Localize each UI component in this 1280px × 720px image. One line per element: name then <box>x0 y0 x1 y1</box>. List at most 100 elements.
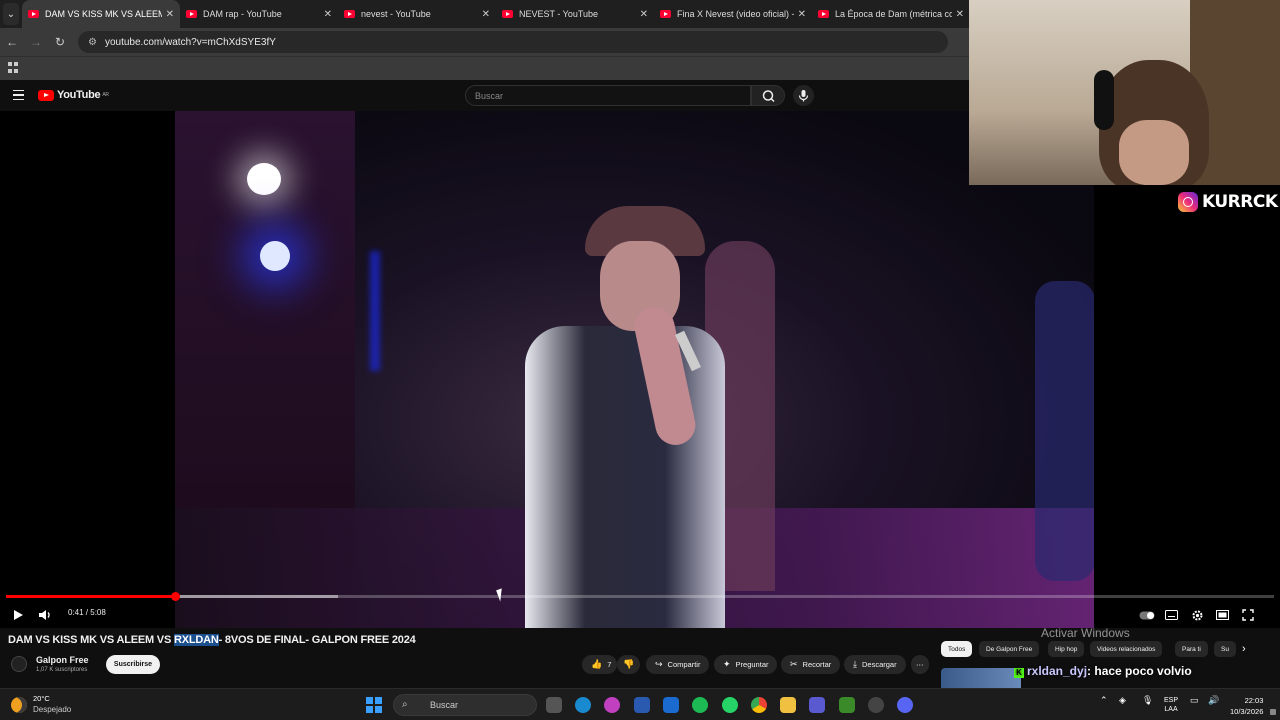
channel-name[interactable]: Galpon Free <box>36 655 89 665</box>
youtube-favicon-icon <box>502 10 513 18</box>
teams-icon[interactable] <box>809 697 825 713</box>
tab-title: NEVEST - YouTube <box>519 9 599 19</box>
address-url: youtube.com/watch?v=mChXdSYE3fY <box>104 36 276 48</box>
tray-app-icon[interactable]: ◈ <box>1119 696 1126 705</box>
keyboard-layout: LAA <box>1164 706 1178 713</box>
whatsapp-icon[interactable] <box>722 697 738 713</box>
ask-button[interactable]: ✦ Preguntar <box>714 655 778 674</box>
youtube-logo[interactable]: YouTube AR <box>38 89 109 101</box>
chips-next-icon[interactable]: › <box>1242 643 1246 655</box>
site-info-icon[interactable]: ⚙ <box>88 37 97 48</box>
close-tab-icon[interactable]: ✕ <box>166 9 174 20</box>
discord-icon[interactable] <box>897 697 913 713</box>
tab-title: La Época de Dam (métrica con <box>835 9 952 19</box>
progress-bar[interactable] <box>6 592 1274 601</box>
filter-chip[interactable]: Hip hop <box>1048 641 1085 657</box>
filter-chip[interactable]: De Galpon Free <box>979 641 1040 657</box>
youtube-favicon-icon <box>186 10 197 18</box>
tab-search-button[interactable]: ⌄ <box>3 3 19 25</box>
close-tab-icon[interactable]: ✕ <box>956 9 964 20</box>
channel-avatar[interactable] <box>11 656 27 672</box>
taskbar-search[interactable]: ⌕ Buscar <box>393 694 537 716</box>
clock[interactable]: 22:03 10/3/2026 <box>1230 695 1263 717</box>
subtitles-button[interactable] <box>1164 607 1178 623</box>
share-button[interactable]: ↪ Compartir <box>646 655 710 674</box>
microphone-tray-icon[interactable]: 🎙 <box>1142 696 1153 705</box>
close-tab-icon[interactable]: ✕ <box>798 9 806 20</box>
volume-tray-icon[interactable]: 🔊 <box>1208 696 1219 705</box>
activate-windows-watermark: Activar Windows <box>1041 626 1130 640</box>
play-button[interactable] <box>11 607 25 623</box>
clock-date: 10/3/2026 <box>1230 707 1264 716</box>
chat-user: rxldan_dyj <box>1027 664 1088 678</box>
sidebar-thumbnail[interactable] <box>941 668 1021 688</box>
back-icon[interactable]: ← <box>0 35 24 49</box>
reload-icon[interactable]: ↻ <box>48 35 72 49</box>
clip-button[interactable]: ✂ Recortar <box>781 655 841 674</box>
network-icon[interactable]: ▭ <box>1190 696 1199 705</box>
browser-tab[interactable]: DAM rap - YouTube ✕ <box>180 0 338 28</box>
start-button[interactable] <box>366 697 382 713</box>
task-view-icon[interactable] <box>546 697 562 713</box>
youtube-header: YouTube AR Buscar <box>0 80 970 111</box>
browser-tab[interactable]: La Época de Dam (métrica con ✕ <box>812 0 970 28</box>
tab-title: DAM rap - YouTube <box>203 9 282 19</box>
language-indicator[interactable]: ESP LAA <box>1164 696 1178 714</box>
close-tab-icon[interactable]: ✕ <box>482 9 490 20</box>
dislike-button[interactable]: 👎 <box>617 655 641 674</box>
theater-mode-button[interactable] <box>1215 607 1229 623</box>
fullscreen-button[interactable] <box>1241 607 1255 623</box>
store-icon[interactable] <box>634 697 650 713</box>
streamer-face <box>1119 120 1189 185</box>
settings-button[interactable] <box>1190 607 1205 623</box>
youtube-favicon-icon <box>660 10 671 18</box>
video-frame[interactable] <box>175 111 1094 628</box>
chrome-icon[interactable] <box>751 697 767 713</box>
tray-overflow-icon[interactable]: ⌃ <box>1100 696 1108 705</box>
filter-chip[interactable]: Todos <box>941 641 973 657</box>
video-player[interactable]: 0:41 / 5:08 <box>0 111 1280 628</box>
more-actions-button[interactable]: ⋯ <box>911 655 929 674</box>
weather-icon[interactable] <box>11 697 27 713</box>
forward-icon[interactable]: → <box>24 35 48 49</box>
browser-tab[interactable]: nevest - YouTube ✕ <box>338 0 496 28</box>
close-tab-icon[interactable]: ✕ <box>324 9 332 20</box>
notification-icon[interactable] <box>1270 709 1276 715</box>
address-bar[interactable]: ⚙ youtube.com/watch?v=mChXdSYE3fY <box>78 31 948 53</box>
edge-icon[interactable] <box>575 697 591 713</box>
minecraft-icon[interactable] <box>839 697 855 713</box>
mute-button[interactable] <box>37 607 53 623</box>
clock-time: 22:03 <box>1244 696 1264 705</box>
filter-chip[interactable]: Para ti <box>1175 641 1208 657</box>
chat-text: : hace poco volvio <box>1087 664 1192 678</box>
download-button[interactable]: ⤓ Descargar <box>844 655 906 674</box>
share-icon: ↪ <box>655 659 663 669</box>
filter-chip[interactable]: Su <box>1214 641 1236 657</box>
autoplay-toggle[interactable] <box>1138 607 1155 623</box>
close-tab-icon[interactable]: ✕ <box>640 9 648 20</box>
file-explorer-icon[interactable] <box>780 697 796 713</box>
country-code: AR <box>102 92 109 98</box>
outlook-icon[interactable] <box>663 697 679 713</box>
menu-icon[interactable] <box>13 90 24 100</box>
subscribe-button[interactable]: Suscribirse <box>106 655 160 674</box>
video-title-highlight: RXLDAN <box>173 634 219 646</box>
play-icon <box>14 610 23 620</box>
browser-tab[interactable]: NEVEST - YouTube ✕ <box>496 0 654 28</box>
search-button[interactable] <box>751 85 785 106</box>
browser-tab[interactable]: Fina X Nevest (video oficial) - Y ✕ <box>654 0 812 28</box>
progress-scrubber[interactable] <box>170 592 180 601</box>
filter-chip[interactable]: Videos relacionados <box>1090 641 1163 657</box>
browser-tab[interactable]: DAM VS KISS MK VS ALEEM VS ✕ <box>22 0 180 28</box>
copilot-icon[interactable] <box>604 697 620 713</box>
app-icon[interactable] <box>868 697 884 713</box>
sparkle-icon: ✦ <box>723 659 731 669</box>
video-title-end: - 8VOS DE FINAL- GALPON FREE 2024 <box>218 634 416 646</box>
like-button[interactable]: 👍 7 <box>582 655 618 674</box>
spotify-icon[interactable] <box>692 697 708 713</box>
voice-search-button[interactable] <box>793 85 814 106</box>
apps-grid-icon[interactable] <box>8 62 19 73</box>
search-input[interactable]: Buscar <box>465 85 751 106</box>
tab-title: nevest - YouTube <box>361 9 431 19</box>
tab-title: Fina X Nevest (video oficial) - Y <box>677 9 794 19</box>
